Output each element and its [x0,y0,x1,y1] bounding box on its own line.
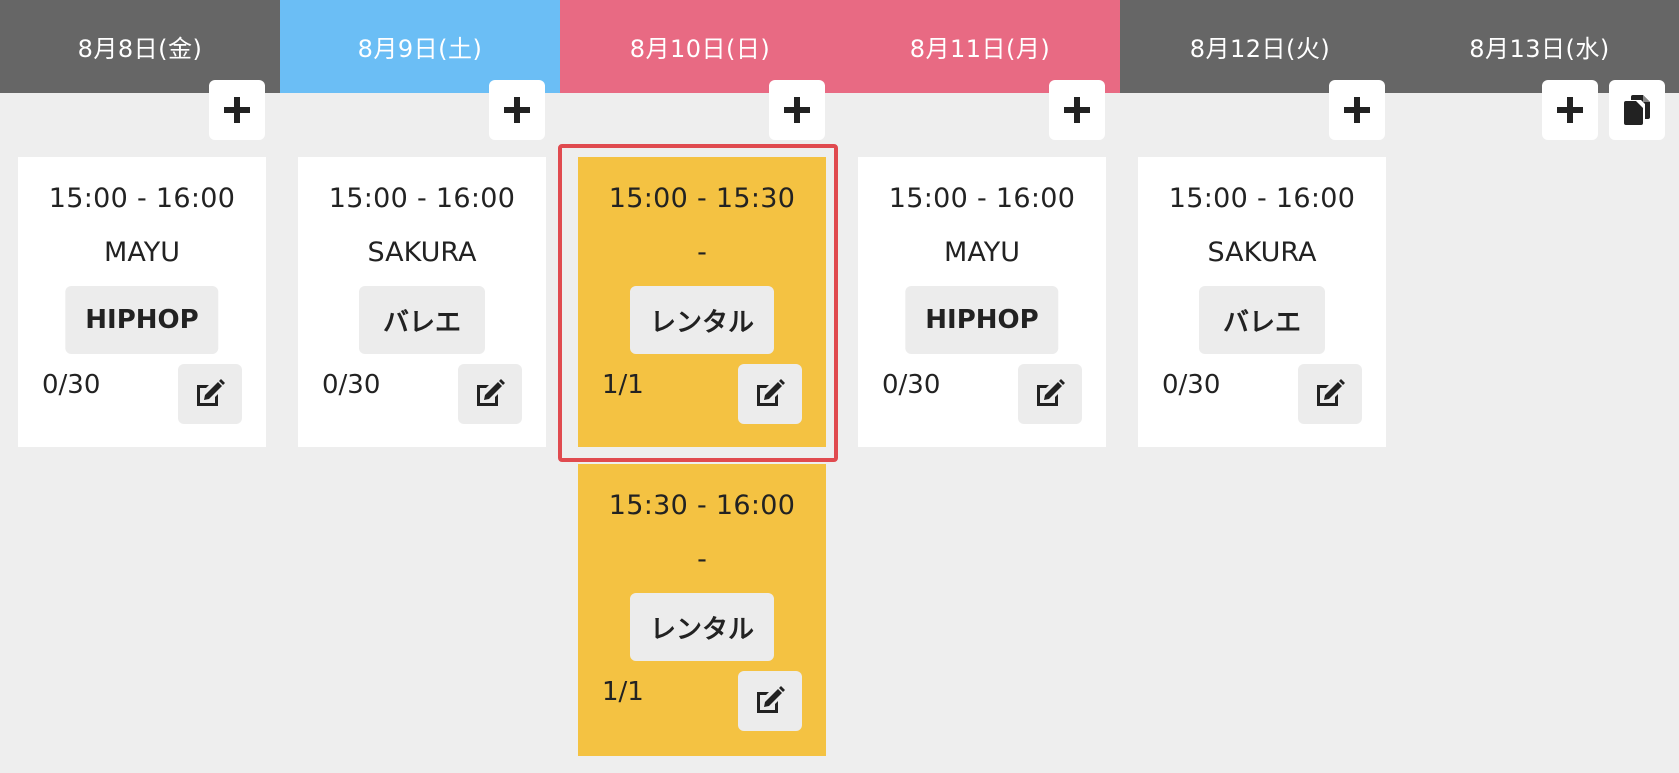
edit-lesson-button[interactable] [458,364,522,424]
plus-icon [784,97,810,123]
edit-lesson-button[interactable] [738,364,802,424]
add-lesson-button-aug-11[interactable] [1049,80,1105,140]
edit-lesson-button[interactable] [738,671,802,731]
lesson-time: 15:00 - 16:00 [888,183,1076,214]
edit-icon [757,379,785,406]
rental-card[interactable]: 15:00 - 15:30 - レンタル 1/1 [578,157,826,447]
lesson-instructor: SAKURA [367,237,477,268]
lesson-genre-badge: レンタル [629,593,775,661]
edit-lesson-button[interactable] [178,364,242,424]
lesson-genre-badge: バレエ [1199,286,1325,354]
plus-icon [224,97,250,123]
lesson-card[interactable]: 15:00 - 16:00 MAYU HIPHOP 0/30 [18,157,266,447]
lesson-time: 15:00 - 15:30 [608,183,796,214]
edit-icon [757,686,785,713]
lesson-instructor: - [697,237,707,268]
lesson-genre-badge: HIPHOP [65,286,219,354]
edit-lesson-button[interactable] [1018,364,1082,424]
lesson-instructor: MAYU [104,237,180,268]
lesson-card[interactable]: 15:00 - 16:00 SAKURA バレエ 0/30 [298,157,546,447]
add-lesson-button-aug-9[interactable] [489,80,545,140]
lesson-card[interactable]: 15:00 - 16:00 SAKURA バレエ 0/30 [1138,157,1386,447]
lesson-time: 15:30 - 16:00 [608,490,796,521]
copy-icon [1624,95,1650,125]
edit-lesson-button[interactable] [1298,364,1362,424]
add-lesson-button-aug-13[interactable] [1542,80,1598,140]
plus-icon [1344,97,1370,123]
lesson-capacity: 1/1 [602,370,644,400]
add-lesson-button-aug-8[interactable] [209,80,265,140]
add-lesson-button-aug-12[interactable] [1329,80,1385,140]
lesson-genre-badge: バレエ [359,286,485,354]
plus-icon [1557,97,1583,123]
lesson-time: 15:00 - 16:00 [48,183,236,214]
lesson-genre-badge: レンタル [629,286,775,354]
copy-week-button[interactable] [1609,80,1665,140]
lesson-instructor: MAYU [944,237,1020,268]
lesson-instructor: SAKURA [1207,237,1317,268]
edit-icon [1317,379,1345,406]
lesson-genre-badge: HIPHOP [905,286,1059,354]
lesson-capacity: 0/30 [1162,370,1221,400]
lesson-card[interactable]: 15:00 - 16:00 MAYU HIPHOP 0/30 [858,157,1106,447]
lesson-capacity: 0/30 [882,370,941,400]
add-lesson-button-aug-10[interactable] [769,80,825,140]
lesson-time: 15:00 - 16:00 [328,183,516,214]
lesson-time: 15:00 - 16:00 [1168,183,1356,214]
edit-icon [477,379,505,406]
plus-icon [504,97,530,123]
rental-card[interactable]: 15:30 - 16:00 - レンタル 1/1 [578,464,826,756]
edit-icon [197,379,225,406]
edit-icon [1037,379,1065,406]
lesson-capacity: 0/30 [42,370,101,400]
lesson-capacity: 0/30 [322,370,381,400]
lesson-capacity: 1/1 [602,677,644,707]
plus-icon [1064,97,1090,123]
lesson-instructor: - [697,544,707,575]
